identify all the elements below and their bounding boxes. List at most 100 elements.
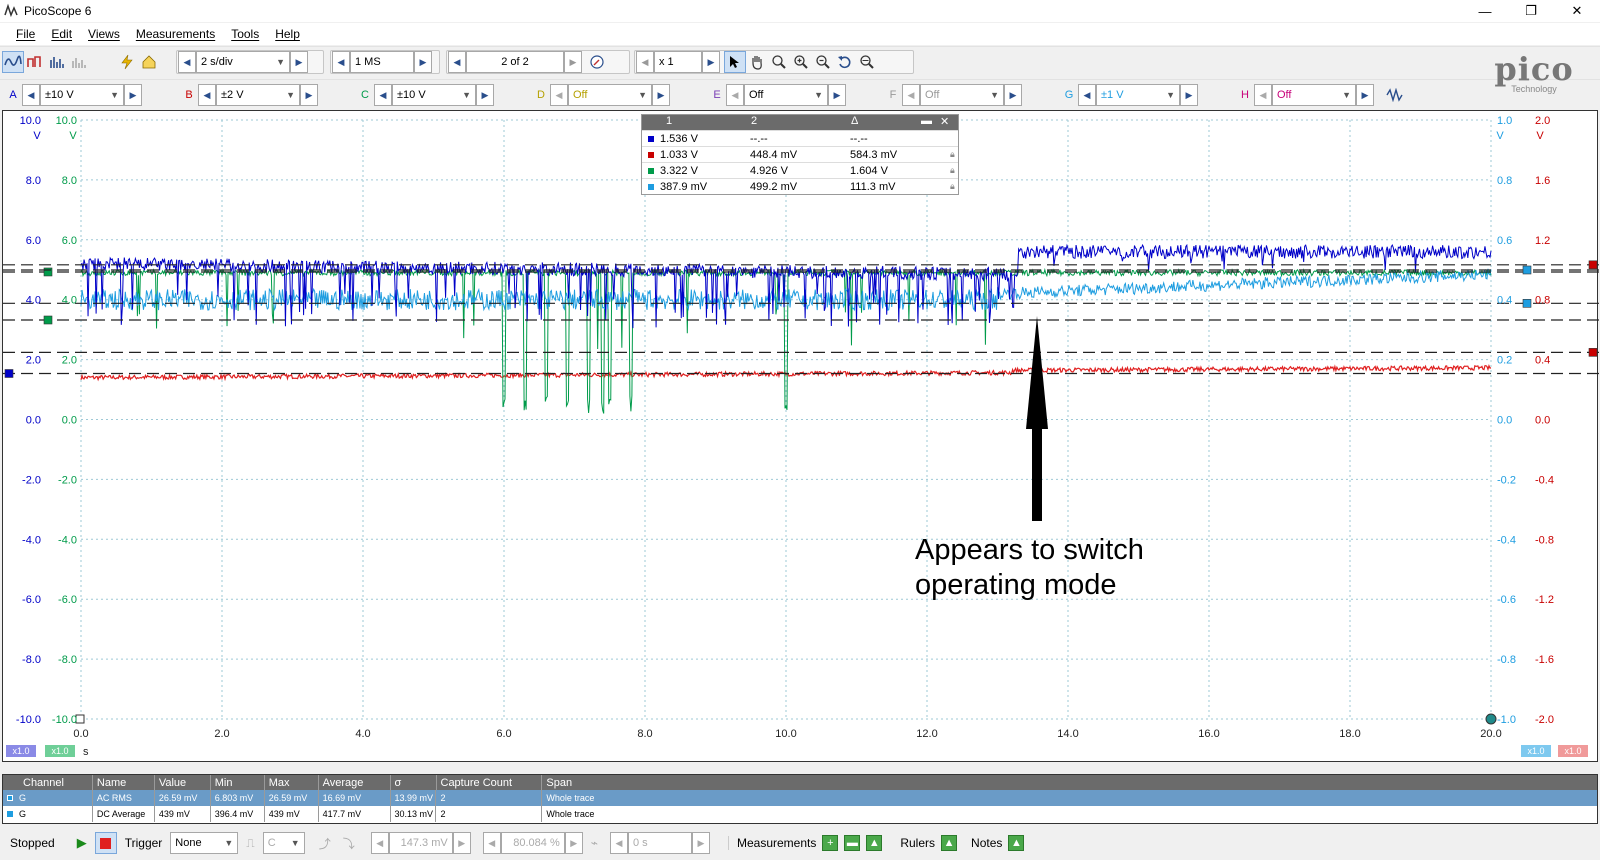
auto-setup-icon[interactable] xyxy=(116,51,138,73)
buffer-navigator[interactable]: 2 of 2 xyxy=(466,51,564,73)
channel-e-label[interactable]: E xyxy=(708,89,726,101)
menu-edit[interactable]: Edit xyxy=(51,27,72,41)
delete-measurement-icon[interactable]: ▲ xyxy=(866,835,883,851)
close-button[interactable]: ✕ xyxy=(1554,0,1600,22)
buffer-overview-icon[interactable] xyxy=(586,51,608,73)
ruler-lines[interactable] xyxy=(3,260,1599,725)
channel-c-range-increase[interactable]: ▶ xyxy=(476,84,494,106)
minimize-button[interactable]: — xyxy=(1462,0,1508,22)
persistence-mode-icon[interactable] xyxy=(24,51,46,73)
falling-edge-icon[interactable]: ⤵ xyxy=(343,835,355,852)
channel-f-range-select[interactable]: Off ▼ xyxy=(920,84,1004,106)
ruler-b-2-handle[interactable] xyxy=(1588,348,1598,357)
pretrigger-decrease[interactable]: ◀ xyxy=(482,832,501,854)
rulers-icon[interactable]: ▲ xyxy=(941,835,958,851)
close-legend-icon[interactable]: ✕ xyxy=(932,115,949,130)
time-ruler-handle-right[interactable] xyxy=(1485,713,1497,725)
delay-field[interactable]: 0 s xyxy=(627,832,692,854)
ruler-b-1-handle[interactable] xyxy=(1588,260,1598,270)
lock-icon[interactable]: 🔒︎ xyxy=(950,181,955,192)
channel-h-range-decrease[interactable]: ◀ xyxy=(1254,84,1272,106)
rising-edge-icon[interactable]: ⤴ xyxy=(319,835,331,852)
menu-help[interactable]: Help xyxy=(275,27,300,41)
measurement-row[interactable]: G DC Average 439 mV 396.4 mV 439 mV 417.… xyxy=(3,806,1597,822)
channel-b-range-decrease[interactable]: ◀ xyxy=(198,84,216,106)
channel-d-range-increase[interactable]: ▶ xyxy=(652,84,670,106)
delay-increase[interactable]: ▶ xyxy=(691,832,710,854)
channel-c-range-select[interactable]: ±10 V ▼ xyxy=(392,84,476,106)
trigger-source-select[interactable]: C ▼ xyxy=(262,832,305,854)
ruler-g-2-handle[interactable] xyxy=(1522,265,1532,275)
signal-generator-icon[interactable] xyxy=(1384,84,1406,106)
pointer-tool-icon[interactable] xyxy=(724,51,746,73)
zoom-to-fit-icon[interactable] xyxy=(856,51,878,73)
delay-decrease[interactable]: ◀ xyxy=(609,832,628,854)
trigger-delay-icon[interactable]: ⌁ xyxy=(591,836,598,850)
menu-measurements[interactable]: Measurements xyxy=(136,27,215,41)
channel-h-range-select[interactable]: Off ▼ xyxy=(1272,84,1356,106)
stop-icon[interactable] xyxy=(94,832,117,854)
channel-a-range-select[interactable]: ±10 V ▼ xyxy=(40,84,124,106)
threshold-increase[interactable]: ▶ xyxy=(452,832,471,854)
ruler-c-1-handle[interactable] xyxy=(43,315,53,325)
menu-views[interactable]: Views xyxy=(88,27,120,41)
threshold-decrease[interactable]: ◀ xyxy=(370,832,389,854)
samples-field[interactable]: 1 MS xyxy=(350,51,414,73)
buffer-next-button[interactable]: ▶ xyxy=(564,51,582,73)
menu-tools[interactable]: Tools xyxy=(231,27,259,41)
undo-zoom-icon[interactable] xyxy=(834,51,856,73)
channel-a-range-decrease[interactable]: ◀ xyxy=(22,84,40,106)
ruler-c-2-handle[interactable] xyxy=(43,267,53,277)
channel-e-range-increase[interactable]: ▶ xyxy=(828,84,846,106)
scope-graph[interactable]: 10.0 10.0 1.0 2.00.08.0 8.0 0.8 1.62.06.0 6.0 0.… xyxy=(3,111,1599,763)
channel-g-label[interactable]: G xyxy=(1060,89,1078,101)
timebase-decrease-button[interactable]: ◀ xyxy=(178,51,196,73)
scope-mode-icon[interactable] xyxy=(2,51,24,73)
edit-measurement-icon[interactable]: ▬ xyxy=(844,835,861,851)
ruler-a-1-handle[interactable] xyxy=(4,369,14,378)
channel-b-range-select[interactable]: ±2 V ▼ xyxy=(216,84,300,106)
channel-a-range-increase[interactable]: ▶ xyxy=(124,84,142,106)
channel-h-range-increase[interactable]: ▶ xyxy=(1356,84,1374,106)
channel-f-range-increase[interactable]: ▶ xyxy=(1004,84,1022,106)
channel-g-range-increase[interactable]: ▶ xyxy=(1180,84,1198,106)
pretrigger-increase[interactable]: ▶ xyxy=(564,832,583,854)
threshold-field[interactable]: 147.3 mV xyxy=(388,832,453,854)
ruler-g-1-handle[interactable] xyxy=(1522,299,1532,308)
channel-e-range-decrease[interactable]: ◀ xyxy=(726,84,744,106)
zoom-increase-button[interactable]: ▶ xyxy=(702,51,720,73)
spectrum-mode-icon[interactable] xyxy=(46,51,68,73)
add-measurement-icon[interactable]: + xyxy=(822,835,839,851)
ruler-legend-header[interactable]: 1 2 Δ ▬ ✕ xyxy=(642,115,958,130)
channel-h-label[interactable]: H xyxy=(1236,89,1254,101)
channel-b-label[interactable]: B xyxy=(180,89,198,101)
scope-view[interactable]: 10.0 10.0 1.0 2.0 0.0 8.0 8.0 0.8 1.6 2.0 6.0 6.0 0.… xyxy=(2,110,1599,763)
maximize-button[interactable]: ❐ xyxy=(1508,0,1554,22)
samples-decrease-button[interactable]: ◀ xyxy=(332,51,350,73)
zoom-window-icon[interactable] xyxy=(768,51,790,73)
buffer-previous-button[interactable]: ◀ xyxy=(448,51,466,73)
channel-f-range-decrease[interactable]: ◀ xyxy=(902,84,920,106)
zoom-in-icon[interactable] xyxy=(790,51,812,73)
trigger-edge-icon[interactable]: ⎍ xyxy=(246,836,254,851)
channel-g-range-select[interactable]: ±1 V ▼ xyxy=(1096,84,1180,106)
channel-a-label[interactable]: A xyxy=(4,89,22,101)
ruler-legend[interactable]: 1 2 Δ ▬ ✕ 1.536 V --.-- --.-- 1.033 V 44… xyxy=(641,114,959,195)
channel-c-range-decrease[interactable]: ◀ xyxy=(374,84,392,106)
measurements-table[interactable]: Channel Name Value Min Max Average σ Cap… xyxy=(2,774,1598,824)
channel-d-range-decrease[interactable]: ◀ xyxy=(550,84,568,106)
trigger-mode-select[interactable]: None ▼ xyxy=(170,832,239,854)
channel-g-range-decrease[interactable]: ◀ xyxy=(1078,84,1096,106)
channel-c-label[interactable]: C xyxy=(356,89,374,101)
zoom-out-icon[interactable] xyxy=(812,51,834,73)
channel-d-range-select[interactable]: Off ▼ xyxy=(568,84,652,106)
zoom-factor-field[interactable]: x 1 xyxy=(654,51,702,73)
notes-icon[interactable]: ▲ xyxy=(1008,835,1025,851)
lock-icon[interactable]: 🔒︎ xyxy=(950,165,955,176)
hand-tool-icon[interactable] xyxy=(746,51,768,73)
default-setup-icon[interactable] xyxy=(138,51,160,73)
timebase-increase-button[interactable]: ▶ xyxy=(290,51,308,73)
minimize-legend-icon[interactable]: ▬ xyxy=(915,115,932,130)
lock-icon[interactable]: 🔒︎ xyxy=(950,149,955,160)
measurement-row[interactable]: G AC RMS 26.59 mV 6.803 mV 26.59 mV 16.6… xyxy=(3,790,1597,806)
